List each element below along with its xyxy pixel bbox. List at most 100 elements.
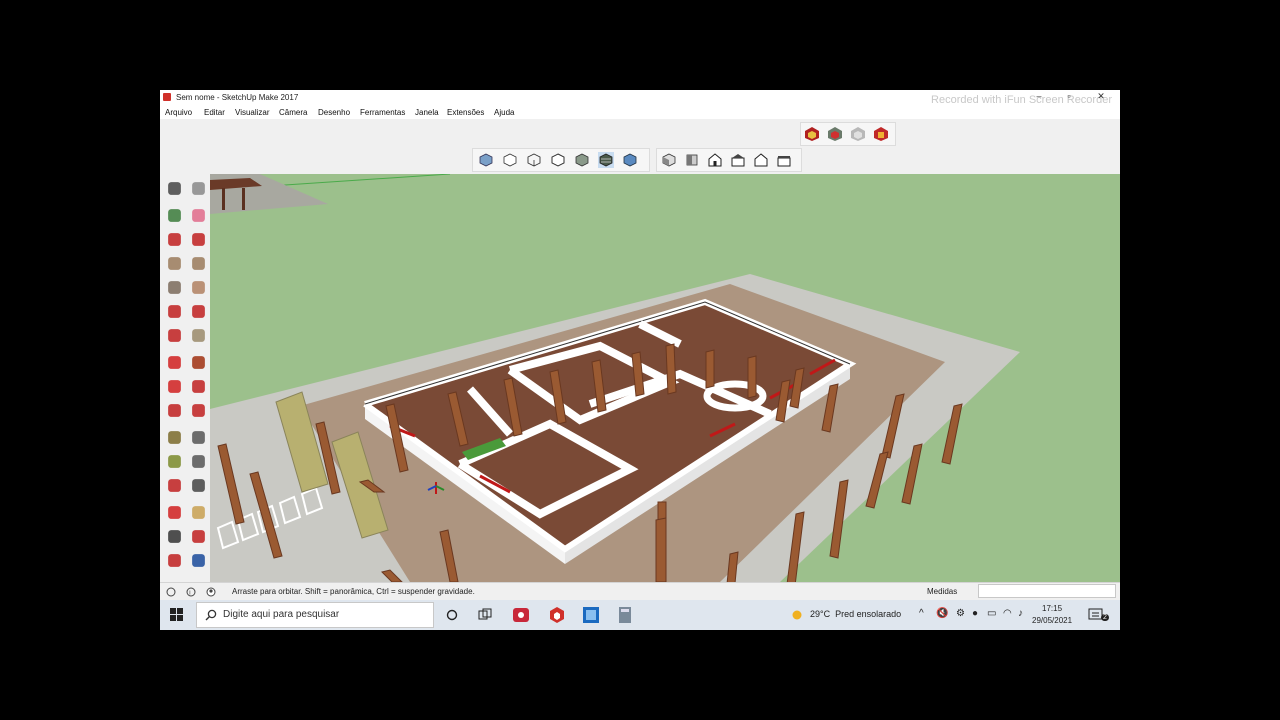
rotate-icon[interactable] (166, 378, 183, 395)
menu-camera[interactable]: Câmera (279, 108, 307, 117)
window-title: Sem nome - SketchUp Make 2017 (176, 93, 299, 102)
geolocation-icon[interactable] (166, 587, 176, 597)
title-bar: Sem nome - SketchUp Make 2017 Recorded w… (160, 90, 1120, 106)
pan-icon[interactable] (190, 504, 207, 521)
zoom-extents-icon[interactable] (166, 552, 183, 569)
close-button[interactable]: ✕ (1088, 90, 1114, 103)
two-point-arc-icon[interactable] (166, 327, 183, 344)
xray-style-icon[interactable] (478, 152, 494, 168)
clock-time[interactable]: 17:15 (1042, 604, 1062, 613)
network-icon[interactable]: ▭ (987, 608, 996, 619)
calculator-icon[interactable] (618, 606, 632, 624)
hiddenline-style-icon[interactable] (550, 152, 566, 168)
wifi-icon[interactable]: ◠ (1003, 608, 1012, 619)
orbit-icon[interactable] (166, 504, 183, 521)
protractor-icon[interactable] (166, 453, 183, 470)
menu-ajuda[interactable]: Ajuda (494, 108, 514, 117)
weather-sun-icon[interactable] (790, 608, 804, 622)
volume-mute-icon[interactable]: 🔇 (936, 608, 948, 619)
sketchup-taskbar-icon[interactable] (548, 606, 566, 624)
taskbar-search-box[interactable]: Digite aqui para pesquisar (196, 602, 434, 628)
menu-editar[interactable]: Editar (204, 108, 225, 117)
svg-text:i: i (189, 591, 190, 597)
speaker-icon[interactable]: ♪ (1018, 608, 1023, 619)
monochrome-style-icon[interactable] (622, 152, 638, 168)
dimension-icon[interactable] (190, 429, 207, 446)
recorder-app-icon[interactable] (512, 606, 530, 624)
shaded-style-icon[interactable] (574, 152, 590, 168)
model-scene (210, 174, 1020, 582)
three-point-arc-icon[interactable] (190, 327, 207, 344)
3d-text-icon[interactable] (190, 477, 207, 494)
notification-badge: 2 (1101, 614, 1109, 621)
right-view-icon[interactable] (730, 152, 746, 168)
offset-icon[interactable] (190, 402, 207, 419)
weather-text[interactable]: 29°C Pred ensolarado (810, 609, 901, 619)
status-bar: i Arraste para orbitar. Shift = panorâmi… (160, 582, 1120, 601)
microphone-icon[interactable]: ● (972, 608, 978, 619)
gazebo (210, 174, 328, 214)
tray-chevron-icon[interactable]: ^ (919, 608, 924, 619)
circle-icon[interactable] (166, 279, 183, 296)
freehand-icon[interactable] (190, 231, 207, 248)
drawing-area[interactable] (210, 174, 1120, 582)
follow-me-icon[interactable] (190, 378, 207, 395)
rotated-rectangle-icon[interactable] (190, 255, 207, 272)
menu-janela[interactable]: Janela (415, 108, 439, 117)
extension-warehouse-icon[interactable] (873, 126, 889, 142)
app-taskbar-icon[interactable] (582, 606, 600, 624)
credits-icon[interactable]: i (186, 587, 196, 597)
zoom-icon[interactable] (166, 528, 183, 545)
user-account-icon[interactable] (206, 587, 216, 597)
views-toolbar (656, 148, 802, 172)
text-icon[interactable] (190, 453, 207, 470)
pie-icon[interactable] (190, 303, 207, 320)
wireframe-style-icon[interactable] (526, 152, 542, 168)
3d-warehouse-icon[interactable] (804, 126, 820, 142)
cortana-icon[interactable] (446, 609, 458, 621)
menu-bar: Arquivo Editar Visualizar Câmera Desenho… (160, 105, 1120, 119)
sketchup-app-icon (163, 93, 171, 101)
search-placeholder: Digite aqui para pesquisar (223, 609, 340, 620)
tape-measure-icon[interactable] (166, 429, 183, 446)
menu-ferramentas[interactable]: Ferramentas (360, 108, 405, 117)
warehouse-toolbar (800, 122, 896, 146)
eraser-icon[interactable] (190, 207, 207, 224)
status-message: Arraste para orbitar. Shift = panorâmica… (232, 587, 475, 596)
menu-arquivo[interactable]: Arquivo (165, 108, 192, 117)
backedges-style-icon[interactable] (502, 152, 518, 168)
menu-extensoes[interactable]: Extensões (447, 108, 484, 117)
scale-icon[interactable] (166, 402, 183, 419)
windows-start-icon[interactable] (170, 608, 184, 622)
previous-view-icon[interactable] (190, 552, 207, 569)
sketchup-window: Sem nome - SketchUp Make 2017 Recorded w… (160, 90, 1120, 630)
line-icon[interactable] (166, 231, 183, 248)
clock-date[interactable]: 29/05/2021 (1032, 616, 1072, 625)
arc-icon[interactable] (166, 303, 183, 320)
make-component-icon[interactable] (190, 180, 207, 197)
select-icon[interactable] (166, 180, 183, 197)
measurements-box[interactable] (978, 584, 1116, 598)
maximize-button[interactable]: ▫ (1056, 90, 1082, 103)
push-pull-icon[interactable] (190, 354, 207, 371)
zoom-window-icon[interactable] (190, 528, 207, 545)
shaded-textures-style-icon[interactable] (598, 152, 614, 168)
back-view-icon[interactable] (753, 152, 769, 168)
minimize-button[interactable]: – (1026, 90, 1052, 103)
app-tray-icon[interactable]: ⚙ (956, 608, 965, 619)
menu-desenho[interactable]: Desenho (318, 108, 350, 117)
left-view-icon[interactable] (776, 152, 792, 168)
front-view-icon[interactable] (707, 152, 723, 168)
axes-icon[interactable] (166, 477, 183, 494)
share-component-icon[interactable] (850, 126, 866, 142)
top-view-icon[interactable] (684, 152, 700, 168)
move-icon[interactable] (166, 354, 183, 371)
paint-bucket-icon[interactable] (166, 207, 183, 224)
toolbar-area (160, 119, 1120, 174)
share-model-icon[interactable] (827, 126, 843, 142)
task-view-icon[interactable] (478, 608, 492, 622)
iso-view-icon[interactable] (661, 152, 677, 168)
polygon-icon[interactable] (190, 279, 207, 296)
menu-visualizar[interactable]: Visualizar (235, 108, 270, 117)
rectangle-icon[interactable] (166, 255, 183, 272)
